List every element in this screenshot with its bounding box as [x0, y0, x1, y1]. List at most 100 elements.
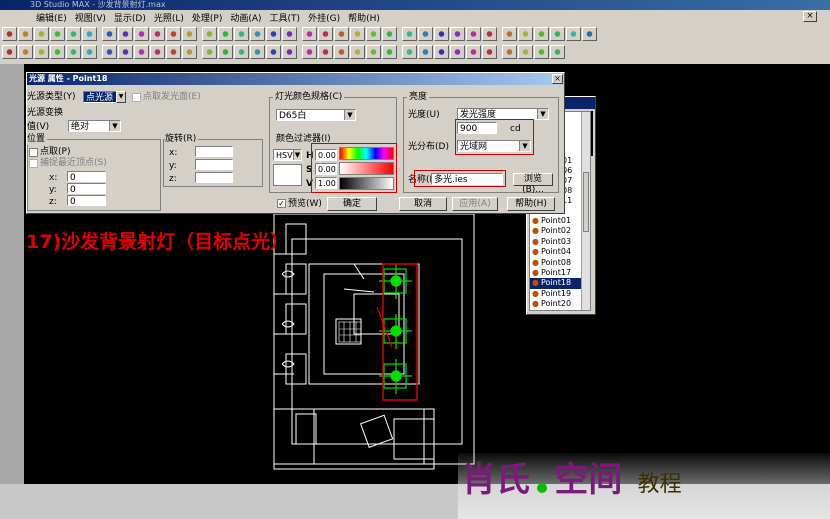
toolbar-icon[interactable] [50, 45, 65, 59]
toolbar-icon[interactable] [66, 27, 81, 41]
menu-item[interactable]: 视图(V) [75, 11, 106, 24]
toolbar-icon[interactable] [102, 45, 117, 59]
toolbar-icon[interactable] [582, 27, 597, 41]
menu-item[interactable]: 显示(D) [114, 11, 146, 24]
toolbar-icon[interactable] [418, 45, 433, 59]
toolbar-icon[interactable] [166, 45, 181, 59]
toolbar-icon[interactable] [18, 45, 33, 59]
menu-item[interactable]: 外挂(G) [308, 11, 340, 24]
rot-z-input[interactable] [195, 172, 233, 183]
toolbar-icon[interactable] [234, 27, 249, 41]
toolbar-icon[interactable] [266, 27, 281, 41]
toolbar-icon[interactable] [418, 27, 433, 41]
toolbar-icon[interactable] [82, 27, 97, 41]
toolbar-icon[interactable] [450, 45, 465, 59]
toolbar-icon[interactable] [450, 27, 465, 41]
toolbar-icon[interactable] [250, 27, 265, 41]
toolbar-icon[interactable] [182, 27, 197, 41]
toolbar-icon[interactable] [50, 27, 65, 41]
toolbar-icon[interactable] [34, 45, 49, 59]
pos-z-input[interactable]: 0 [67, 195, 106, 206]
toolbar-icon[interactable] [102, 27, 117, 41]
toolbar-icon[interactable] [334, 27, 349, 41]
toolbar-icon[interactable] [534, 27, 549, 41]
toolbar-icon[interactable] [2, 45, 17, 59]
light-list-item[interactable]: ● Point04 [530, 247, 584, 257]
rot-x-input[interactable] [195, 146, 233, 157]
toolbar-icon[interactable] [218, 45, 233, 59]
toolbar-icon[interactable] [466, 45, 481, 59]
toolbar-icon[interactable] [282, 45, 297, 59]
toolbar-icon[interactable] [434, 27, 449, 41]
light-list-item[interactable]: ● Point02 [530, 226, 584, 236]
toolbar-icon[interactable] [350, 27, 365, 41]
toolbar-icon[interactable] [402, 45, 417, 59]
toolbar-icon[interactable] [166, 27, 181, 41]
toolbar-icon[interactable] [18, 27, 33, 41]
toolbar-icon[interactable] [402, 27, 417, 41]
toolbar-icon[interactable] [518, 45, 533, 59]
toolbar-icon[interactable] [550, 27, 565, 41]
light-list-item[interactable]: ● Point01 [530, 216, 584, 226]
toolbar-icon[interactable] [66, 45, 81, 59]
toolbar-icon[interactable] [34, 27, 49, 41]
list-scrollbar[interactable] [581, 112, 590, 310]
light-list-item[interactable]: ● Point20 [530, 299, 584, 309]
toolbar-icon[interactable] [382, 27, 397, 41]
light-list-item[interactable]: ● Point03 [530, 237, 584, 247]
toolbar-icon[interactable] [2, 27, 17, 41]
color-preset-select[interactable]: D65白 ▼ [276, 109, 356, 121]
toolbar-icon[interactable] [250, 45, 265, 59]
preview-checkbox[interactable]: ✓ [277, 199, 286, 208]
toolbar-icon[interactable] [218, 27, 233, 41]
browse-button[interactable]: 浏览(B)... [513, 173, 553, 195]
toolbar-icon[interactable] [566, 27, 581, 41]
toolbar-icon[interactable] [482, 45, 497, 59]
color-mode-select[interactable]: HSV ▼ [273, 149, 302, 161]
menu-item[interactable]: 处理(P) [192, 11, 222, 24]
toolbar-icon[interactable] [550, 45, 565, 59]
color-mode-dropdown-arrow[interactable]: ▼ [293, 150, 301, 160]
toolbar-icon[interactable] [182, 45, 197, 59]
toolbar-icon[interactable] [266, 45, 281, 59]
cancel-button[interactable]: 取消 [399, 197, 447, 211]
color-preset-dropdown-arrow[interactable]: ▼ [344, 110, 355, 120]
toolbar-icon[interactable] [82, 45, 97, 59]
intensity-type-dropdown-arrow[interactable]: ▼ [537, 109, 548, 119]
toolbar-icon[interactable] [318, 27, 333, 41]
pos-x-input[interactable]: 0 [67, 171, 106, 182]
toolbar-icon[interactable] [134, 45, 149, 59]
snap-vertex-checkbox[interactable] [29, 159, 38, 168]
value-dropdown-arrow[interactable]: ▼ [109, 121, 120, 131]
emissive-surface-checkbox[interactable] [132, 93, 141, 102]
light-type-dropdown-arrow[interactable]: ▼ [116, 91, 126, 103]
help-button[interactable]: 帮助(H) [507, 197, 555, 211]
light-list-item[interactable]: ● Point18 [530, 278, 584, 289]
toolbar-icon[interactable] [482, 27, 497, 41]
toolbar-icon[interactable] [350, 45, 365, 59]
toolbar-icon[interactable] [150, 27, 165, 41]
window-close-button[interactable]: × [803, 11, 817, 22]
toolbar-icon[interactable] [302, 27, 317, 41]
toolbar-icon[interactable] [202, 45, 217, 59]
toolbar-icon[interactable] [502, 45, 517, 59]
toolbar-icon[interactable] [334, 45, 349, 59]
toolbar-icon[interactable] [134, 27, 149, 41]
toolbar-icon[interactable] [302, 45, 317, 59]
toolbar-icon[interactable] [118, 27, 133, 41]
toolbar-icon[interactable] [434, 45, 449, 59]
toolbar-icon[interactable] [318, 45, 333, 59]
toolbar-icon[interactable] [282, 27, 297, 41]
menu-item[interactable]: 工具(T) [270, 11, 301, 24]
toolbar-icon[interactable] [518, 27, 533, 41]
dialog-close-button[interactable]: × [552, 74, 563, 84]
toolbar-icon[interactable] [502, 27, 517, 41]
pos-y-input[interactable]: 0 [67, 183, 106, 194]
pick-point-checkbox[interactable] [29, 148, 38, 157]
menu-item[interactable]: 光照(L) [154, 11, 184, 24]
light-list-item[interactable]: ● Point08 [530, 258, 584, 268]
toolbar-icon[interactable] [382, 45, 397, 59]
toolbar-icon[interactable] [366, 27, 381, 41]
toolbar-icon[interactable] [118, 45, 133, 59]
value-select[interactable]: 绝对 ▼ [68, 120, 121, 132]
